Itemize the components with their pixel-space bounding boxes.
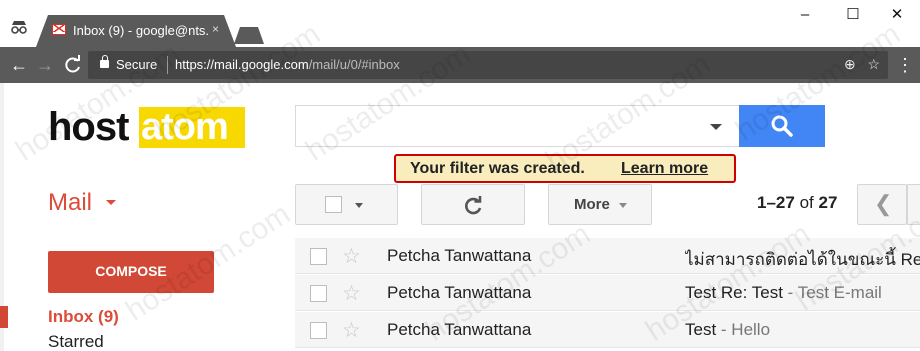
url-path: /mail/u/0/#inbox <box>308 57 400 72</box>
tab-title: Inbox (9) - google@nts.c <box>73 23 208 38</box>
star-icon[interactable]: ☆ <box>342 281 361 306</box>
star-icon[interactable]: ☆ <box>342 244 361 269</box>
email-subject: Test <box>685 320 717 339</box>
address-separator <box>167 56 168 74</box>
secure-label: Secure <box>116 57 158 72</box>
mail-menu[interactable]: Mail <box>48 189 92 217</box>
mail-caret-icon[interactable] <box>106 200 116 205</box>
logo-text-host: host <box>48 105 129 149</box>
email-row[interactable]: ☆ Petcha Tanwattana Test - Hello <box>295 312 920 348</box>
url-host: https://mail.google.com <box>175 57 309 72</box>
email-row[interactable]: ☆ Petcha Tanwattana ไม่สามารถติดต่อได้ใน… <box>295 238 920 274</box>
logo-atom-box: atom <box>139 107 245 148</box>
more-button[interactable]: More <box>548 184 652 225</box>
compose-label: COMPOSE <box>95 263 167 279</box>
search-options-caret-icon[interactable] <box>710 124 722 130</box>
refresh-icon <box>465 196 482 215</box>
more-caret-icon <box>619 203 627 208</box>
more-label: More <box>574 196 610 213</box>
newer-button[interactable]: ❮ <box>857 184 907 225</box>
older-button[interactable] <box>907 184 920 225</box>
browser-tab-strip: Inbox (9) - google@nts.c × – ☐ ✕ <box>0 0 920 47</box>
url-text: https://mail.google.com/mail/u/0/#inbox <box>175 57 400 72</box>
email-subject-line: Test - Hello <box>685 320 920 340</box>
browser-menu-icon[interactable]: ⋮ <box>896 54 914 76</box>
search-input[interactable] <box>295 105 739 147</box>
screen: Inbox (9) - google@nts.c × – ☐ ✕ ← → Sec… <box>0 0 920 351</box>
new-tab-button[interactable] <box>234 27 264 44</box>
chevron-left-icon: ❮ <box>874 191 893 216</box>
email-checkbox[interactable] <box>310 248 327 265</box>
email-sender: Petcha Tanwattana <box>387 246 532 265</box>
email-sender: Petcha Tanwattana <box>387 320 532 339</box>
lock-icon <box>100 55 109 68</box>
address-bar[interactable]: Secure https://mail.google.com/mail/u/0/… <box>88 51 888 79</box>
filter-created-notice: Your filter was created. Learn more <box>394 154 736 183</box>
inbox-active-indicator <box>0 306 8 328</box>
search-icon <box>771 115 793 137</box>
learn-more-link[interactable]: Learn more <box>621 160 708 178</box>
email-snippet: - Test E-mail <box>782 283 882 302</box>
email-subject-line: Test Re: Test - Test E-mail <box>685 283 920 303</box>
gmail-favicon-icon <box>52 24 66 35</box>
minimize-button[interactable]: – <box>790 4 820 26</box>
logo-text-atom: atom <box>141 106 229 148</box>
email-checkbox[interactable] <box>310 285 327 302</box>
incognito-icon <box>11 21 27 34</box>
notice-message: Your filter was created. <box>410 160 585 177</box>
pager-total: 27 <box>818 193 838 212</box>
sidebar-item-inbox[interactable]: Inbox (9) <box>48 307 119 327</box>
email-subject-line: ไม่สามารถติดต่อได้ในขณะนี้ Re <box>685 246 920 273</box>
back-arrow-icon[interactable]: ← <box>8 54 30 76</box>
reload-icon[interactable] <box>62 54 84 76</box>
zoom-icon[interactable]: ⊕ <box>844 56 856 72</box>
maximize-button[interactable]: ☐ <box>838 4 868 26</box>
browser-tab-inbox[interactable]: Inbox (9) - google@nts.c × <box>36 15 236 47</box>
star-icon[interactable]: ☆ <box>342 318 361 343</box>
hostatom-logo[interactable]: host atom <box>48 104 248 151</box>
omnibox-actions: ⊕ ☆ <box>844 56 880 73</box>
browser-toolbar: ← → Secure https://mail.google.com/mail/… <box>0 47 920 83</box>
email-sender: Petcha Tanwattana <box>387 283 532 302</box>
pager-range: 1–27 <box>757 193 795 212</box>
select-all-button[interactable] <box>295 184 398 225</box>
email-subject: Test Re: Test <box>685 283 783 302</box>
forward-arrow-icon[interactable]: → <box>34 54 56 76</box>
email-row[interactable]: ☆ Petcha Tanwattana Test Re: Test - Test… <box>295 275 920 311</box>
compose-button[interactable]: COMPOSE <box>48 251 214 293</box>
refresh-button[interactable] <box>421 184 525 225</box>
pager-of: of <box>799 193 814 212</box>
sidebar-item-starred[interactable]: Starred <box>48 332 104 351</box>
search-button[interactable] <box>739 105 825 147</box>
select-caret-icon <box>355 203 363 208</box>
email-subject: ไม่สามารถติดต่อได้ในขณะนี้ Re <box>685 250 920 269</box>
bookmark-star-icon[interactable]: ☆ <box>867 56 880 72</box>
email-checkbox[interactable] <box>310 322 327 339</box>
select-all-checkbox[interactable] <box>325 196 342 213</box>
gmail-page: host atom Your filter was created. Learn… <box>0 83 920 351</box>
close-window-button[interactable]: ✕ <box>882 4 912 26</box>
email-snippet: - Hello <box>716 320 771 339</box>
tab-close-icon[interactable]: × <box>212 22 219 36</box>
pagination-text: 1–27 of 27 <box>757 193 837 213</box>
